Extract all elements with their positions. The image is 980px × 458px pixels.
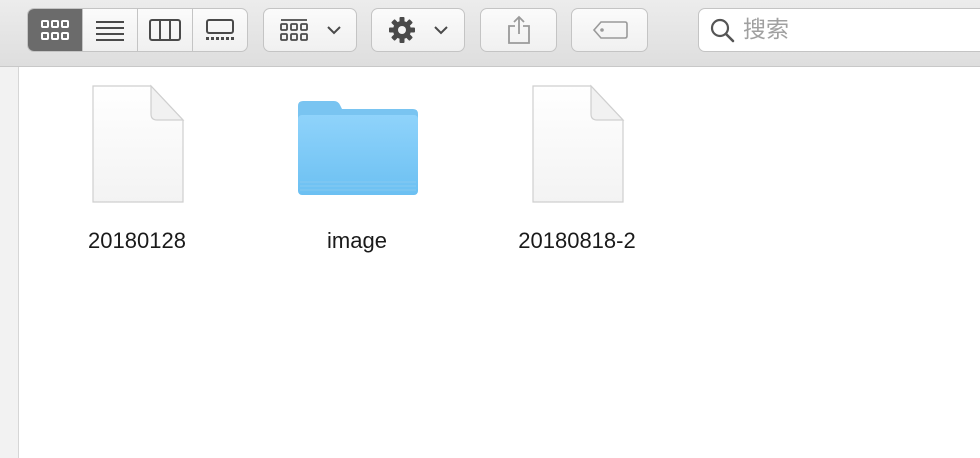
tag-icon	[592, 21, 628, 39]
list-icon	[96, 21, 124, 41]
file-item[interactable]: 20180128	[37, 80, 237, 280]
folder-item[interactable]: image	[257, 80, 457, 280]
gallery-icon	[206, 19, 234, 40]
sidebar-edge	[0, 67, 19, 458]
arrange-grid-icon	[280, 19, 308, 41]
gallery-view-button[interactable]	[193, 9, 247, 51]
file-name: 20180128	[88, 228, 186, 253]
search-field[interactable]	[698, 8, 980, 52]
search-icon	[710, 18, 735, 43]
toolbar	[0, 0, 980, 67]
search-input[interactable]	[743, 17, 963, 43]
tag-button[interactable]	[571, 8, 648, 52]
document-icon	[37, 80, 237, 210]
folder-name: image	[327, 228, 387, 253]
file-name: 20180818-2	[518, 228, 636, 253]
chevron-down-icon	[327, 26, 341, 35]
document-icon	[477, 80, 677, 210]
columns-icon	[149, 19, 181, 41]
arrange-button[interactable]	[263, 8, 357, 52]
share-icon	[507, 15, 530, 44]
chevron-down-icon	[434, 26, 448, 35]
icon-view-button[interactable]	[28, 9, 83, 51]
gear-icon	[389, 17, 415, 43]
column-view-button[interactable]	[138, 9, 193, 51]
finder-window: 20180128 image	[0, 0, 980, 458]
action-menu-button[interactable]	[371, 8, 465, 52]
share-button[interactable]	[480, 8, 557, 52]
file-item[interactable]: 20180818-2	[477, 80, 677, 280]
folder-icon	[257, 80, 457, 210]
view-mode-segmented-control	[27, 8, 248, 52]
grid-icon	[41, 20, 69, 40]
list-view-button[interactable]	[83, 9, 138, 51]
